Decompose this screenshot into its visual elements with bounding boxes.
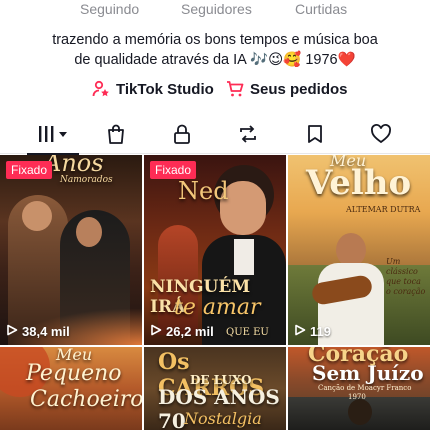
poster-title: Anos [44,155,104,177]
poster-caption-2: 1970 [348,393,366,401]
profile-links: TikTok Studio Seus pedidos [0,80,430,102]
poster-caption-3: QUE EU [226,327,269,338]
pinned-badge: Fixado [6,161,53,179]
video-thumbnail[interactable]: Meu Pequeno Cachoeiro [0,347,142,430]
view-count: 38,4 mil [6,324,70,339]
poster-title: Velho [306,163,412,203]
tiktok-studio-label: TikTok Studio [116,80,214,98]
profile-stats-row: Seguindo Seguidores Curtidas [0,0,430,22]
poster-caption: Um clássico que toca o coração [386,257,426,296]
video-thumbnail[interactable]: Anos Namorados Fixado 38,4 mil [0,155,142,345]
poster-subtitle: Sem Juízo [312,361,424,385]
likes-label[interactable]: Curtidas [295,1,347,17]
play-icon [150,324,162,339]
video-thumbnail[interactable]: Ned NINGUÉM IRÁ te amar QUE EU Fixado 26… [144,155,286,345]
tab-favorites[interactable] [295,122,335,150]
repost-icon [237,123,259,150]
view-count-value: 119 [310,324,331,339]
view-count-value: 26,2 mil [166,324,214,339]
following-label[interactable]: Seguindo [80,1,139,17]
bio-line-1: trazendo a memória os bons tempos e músi… [52,32,378,48]
pinned-badge: Fixado [150,161,197,179]
view-count: 119 [294,324,331,339]
bio-line-2: de qualidade através da IA 🎶😉🥰 1976❤️ [0,50,430,70]
poster-subtitle: ALTEMAR DUTRA [346,205,421,214]
grid-icon [37,124,69,149]
profile-bio: trazendo a memória os bons tempos e músi… [0,30,430,70]
heart-emoji: ❤️ [337,52,356,68]
bookmark-icon [304,123,326,150]
bio-line-2-text: de qualidade através da IA 🎶😉🥰 1976 [74,52,338,68]
view-count: 26,2 mil [150,324,214,339]
lock-icon [171,123,193,150]
tab-private[interactable] [162,122,202,150]
poster-caption: Canção de Moacyr Franco [318,384,412,392]
tab-liked[interactable] [361,122,401,150]
shopping-bag-icon [105,123,127,150]
video-grid: Anos Namorados Fixado 38,4 mil Ned NINGU… [0,155,430,430]
play-icon [6,324,18,339]
poster-subtitle: Namorados [60,175,113,185]
tiktok-studio-link[interactable]: TikTok Studio [92,80,214,98]
followers-label[interactable]: Seguidores [181,1,252,17]
video-thumbnail[interactable]: Coração Sem Juízo Canção de Moacyr Franc… [288,347,430,430]
play-icon [294,324,306,339]
profile-tabs [0,118,430,155]
person-star-icon [92,80,110,98]
tab-videos[interactable] [27,122,79,155]
video-thumbnail[interactable]: Os CARROS DE LUXO DOS ANOS 70 Nostalgia [144,347,286,430]
video-thumbnail[interactable]: Meu Velho ALTEMAR DUTRA Um clássico que … [288,155,430,345]
orders-label: Seus pedidos [250,80,348,98]
poster-subtitle: Cachoeiro [30,387,142,412]
poster-title: Ned [178,177,229,205]
tab-shop[interactable] [96,122,136,150]
view-count-value: 38,4 mil [22,324,70,339]
poster-title: Pequeno [26,361,122,386]
poster-caption-2: te amar [174,295,261,320]
tab-reposts[interactable] [228,122,268,150]
poster-caption-2: Nostalgia [184,409,262,428]
orders-link[interactable]: Seus pedidos [226,80,348,98]
cart-icon [226,80,244,98]
heart-outline-icon [370,123,392,150]
